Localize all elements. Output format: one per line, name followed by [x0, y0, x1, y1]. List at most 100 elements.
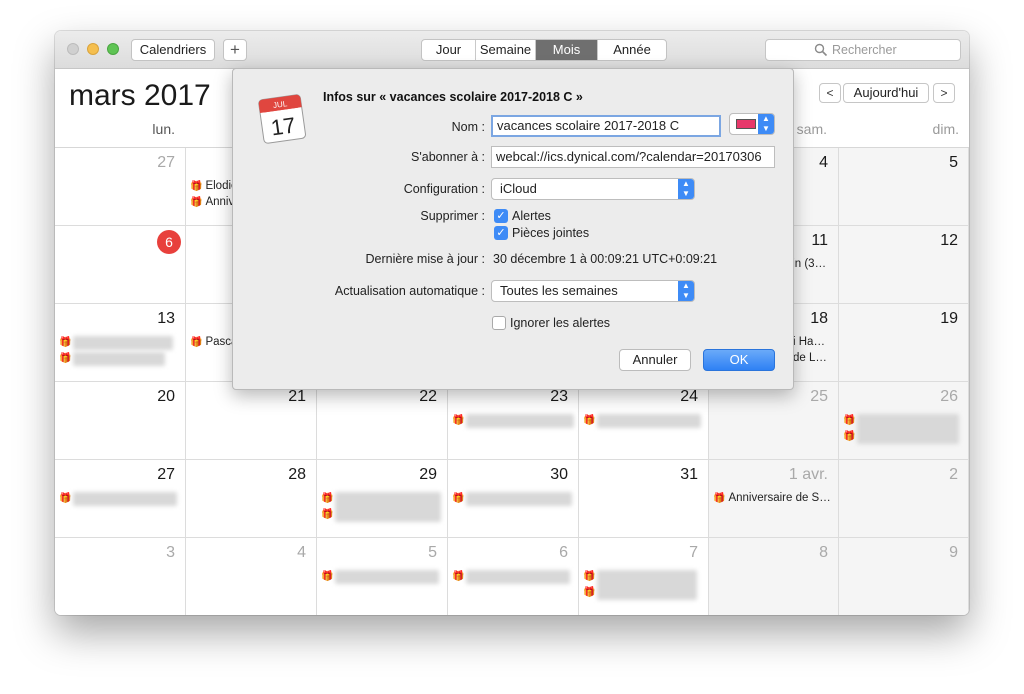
day-number: 22 [419, 388, 437, 405]
day-cell[interactable]: 22 [317, 382, 448, 460]
day-number: 5 [428, 544, 437, 561]
day-cell[interactable]: 31 [579, 460, 709, 538]
gift-icon: 🎁 [452, 571, 465, 582]
redacted-event [466, 414, 574, 428]
add-event-button[interactable]: + [223, 39, 247, 61]
day-cell[interactable]: 21 [186, 382, 317, 460]
day-cell[interactable]: 9 [839, 538, 969, 615]
cancel-button[interactable]: Annuler [619, 349, 691, 371]
subscribe-url-field[interactable]: webcal://ics.dynical.com/?calendar=20170… [491, 146, 775, 168]
gift-icon: 🎁 [59, 337, 72, 348]
weekday-header-sun: dim. [932, 121, 959, 137]
view-month-tab[interactable]: Mois [536, 40, 598, 60]
day-cell[interactable]: 2 [839, 460, 969, 538]
day-cell-today[interactable]: 6 [55, 226, 186, 304]
event-item[interactable]: 🎁 Anniv [190, 196, 234, 210]
view-week-tab[interactable]: Semaine [476, 40, 536, 60]
day-number: 3 [166, 544, 175, 561]
redacted-event [597, 570, 697, 600]
day-cell[interactable]: 13 🎁 🎁 [55, 304, 186, 382]
configuration-select[interactable]: iCloud ▲ ▼ [491, 178, 695, 200]
day-cell[interactable]: 1 avr. 🎁 Anniversaire de S… [709, 460, 839, 538]
day-number: 20 [157, 388, 175, 405]
day-number: 12 [940, 232, 958, 249]
day-cell[interactable]: 20 [55, 382, 186, 460]
day-cell[interactable]: 26 🎁 🎁 [839, 382, 969, 460]
gift-icon: 🎁 [190, 181, 203, 192]
remove-alerts-checkbox[interactable]: ✓ [494, 209, 508, 223]
event-item[interactable]: 🎁 Elodie [190, 180, 237, 194]
day-cell[interactable]: 4 [186, 538, 317, 615]
gift-icon: 🎁 [452, 493, 465, 504]
close-button[interactable] [67, 43, 79, 55]
weekday-header-mon: lun. [152, 121, 175, 137]
calendar-name-input[interactable]: vacances scolaire 2017-2018 C [491, 115, 721, 137]
calendar-color-picker[interactable]: ▲ ▼ [729, 113, 775, 135]
day-number: 27 [157, 154, 175, 171]
view-day-tab[interactable]: Jour [422, 40, 476, 60]
redacted-event [335, 492, 441, 522]
redacted-event [597, 414, 701, 428]
ignore-alerts-checkbox[interactable] [492, 316, 506, 330]
remove-attachments-checkbox[interactable]: ✓ [494, 226, 508, 240]
event-item[interactable]: de L… [793, 352, 827, 366]
remove-label: Supprimer : [420, 209, 485, 223]
event-item[interactable]: 🎁 Anniversaire de S… [713, 492, 831, 506]
redacted-event [73, 492, 177, 506]
next-month-button[interactable]: > [933, 83, 955, 103]
day-number: 13 [157, 310, 175, 327]
day-cell[interactable]: 3 [55, 538, 186, 615]
day-number: 2 [949, 466, 958, 483]
day-cell[interactable]: 19 [839, 304, 969, 382]
event-item[interactable]: tin (3… [789, 258, 826, 272]
day-number: 5 [949, 154, 958, 171]
day-cell[interactable]: 27 [55, 148, 186, 226]
ignore-alerts-label: Ignorer les alertes [510, 316, 611, 330]
day-number: 21 [288, 388, 306, 405]
day-number: 27 [157, 466, 175, 483]
zoom-button[interactable] [107, 43, 119, 55]
day-number: 29 [419, 466, 437, 483]
event-item[interactable]: i Ha… [793, 336, 825, 350]
redacted-event [466, 492, 572, 506]
gift-icon: 🎁 [452, 415, 465, 426]
event-item[interactable]: 🎁 Pasca [190, 336, 237, 350]
day-cell[interactable]: 30 🎁 [448, 460, 579, 538]
today-button[interactable]: Aujourd'hui [843, 83, 929, 103]
day-cell[interactable]: 12 [839, 226, 969, 304]
auto-refresh-select[interactable]: Toutes les semaines ▲ ▼ [491, 280, 695, 302]
gift-icon: 🎁 [713, 493, 726, 504]
view-year-tab[interactable]: Année [598, 40, 666, 60]
popover-title: Infos sur « vacances scolaire 2017-2018 … [323, 90, 583, 104]
today-badge: 6 [157, 230, 181, 254]
calendars-button[interactable]: Calendriers [131, 39, 215, 61]
day-number: 25 [810, 388, 828, 405]
remove-alerts-label: Alertes [512, 209, 551, 223]
day-cell[interactable]: 8 [709, 538, 839, 615]
gift-icon: 🎁 [583, 415, 596, 426]
ok-button[interactable]: OK [703, 349, 775, 371]
minimize-button[interactable] [87, 43, 99, 55]
day-cell[interactable]: 29 🎁 🎁 [317, 460, 448, 538]
day-cell[interactable]: 25 [709, 382, 839, 460]
day-number: 19 [940, 310, 958, 327]
day-cell[interactable]: 5 🎁 [317, 538, 448, 615]
configuration-value: iCloud [500, 181, 537, 196]
day-number: 4 [297, 544, 306, 561]
day-cell[interactable]: 6 🎁 [448, 538, 579, 615]
day-cell[interactable]: 5 [839, 148, 969, 226]
redacted-event [857, 414, 959, 444]
day-cell[interactable]: 28 [186, 460, 317, 538]
gift-icon: 🎁 [321, 509, 334, 520]
day-number: 31 [680, 466, 698, 483]
day-number: 4 [819, 154, 828, 171]
day-cell[interactable]: 27 🎁 [55, 460, 186, 538]
search-field[interactable]: Rechercher [765, 39, 961, 61]
previous-month-button[interactable]: < [819, 83, 841, 103]
auto-refresh-value: Toutes les semaines [500, 283, 618, 298]
day-cell[interactable]: 24 🎁 [579, 382, 709, 460]
gift-icon: 🎁 [59, 493, 72, 504]
day-cell[interactable]: 23 🎁 [448, 382, 579, 460]
chevron-updown-icon: ▲ ▼ [678, 281, 694, 301]
day-cell[interactable]: 7 🎁 🎁 [579, 538, 709, 615]
